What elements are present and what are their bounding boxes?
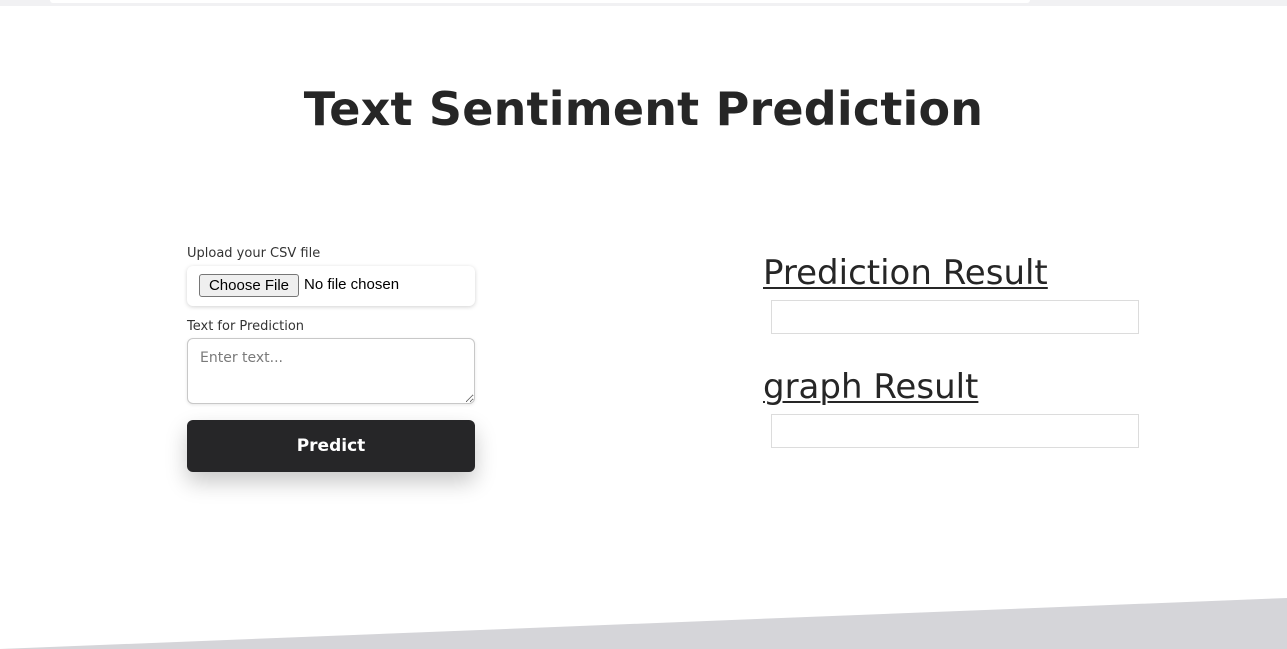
file-status-text: No file chosen [304, 276, 400, 293]
prediction-result-heading: Prediction Result [763, 253, 1048, 293]
graph-result-box [771, 414, 1139, 448]
prediction-result-box [771, 300, 1139, 334]
graph-result-heading: graph Result [763, 367, 979, 407]
upload-csv-label: Upload your CSV file [187, 246, 321, 261]
text-for-prediction-label: Text for Prediction [187, 319, 305, 334]
top-strip-inner [50, 0, 1030, 3]
footer-wedge [0, 598, 1287, 649]
choose-file-button[interactable]: Choose File [199, 274, 299, 297]
file-upload-field[interactable]: Choose File No file chosen [187, 266, 475, 306]
footer-wedge-shape [0, 598, 1287, 649]
predict-button[interactable]: Predict [187, 420, 475, 472]
page-title: Text Sentiment Prediction [303, 82, 984, 136]
page: Text Sentiment Prediction Upload your CS… [0, 0, 1287, 649]
top-browser-strip [0, 0, 1287, 6]
text-input[interactable] [187, 338, 475, 404]
